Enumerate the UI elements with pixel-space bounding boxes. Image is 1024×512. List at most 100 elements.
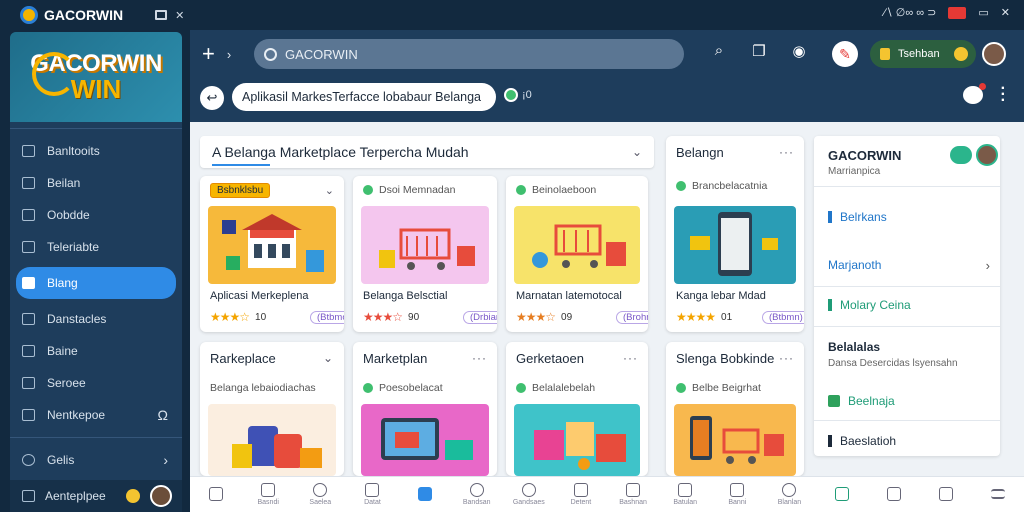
nav-5-active[interactable] [399, 477, 451, 512]
section-heading[interactable]: A Belanga Marketplace Terpercha Mudah ⌄ [200, 136, 654, 168]
nav-6[interactable]: Bandsan [451, 477, 503, 512]
nav-label: Basndi [257, 499, 279, 506]
nav-9[interactable]: Bashnan [607, 477, 659, 512]
sidebar-item-8[interactable]: Seroee [10, 367, 182, 399]
url-text: Aplikasil MarkesTerfacce lobabaur Belang… [242, 90, 482, 104]
card-header: Slenga Bobkinde ··· [666, 342, 804, 374]
main-area: + › GACORWIN ⌕ ❐ ◉ ✎ Tsehban ↩ Aplikasil… [190, 30, 1024, 512]
card-sub-label: Belalalebelah [532, 382, 596, 394]
more-horizontal-icon[interactable]: ··· [779, 145, 794, 159]
link-marker-icon [828, 211, 832, 223]
product-card-6[interactable]: Marketplan ··· Poesobelacat [353, 342, 497, 476]
product-card-1[interactable]: Bsbnklsbu ⌄ Aplicasi Merkeplena ★★★☆ 10 … [200, 176, 344, 332]
panel-link-5[interactable]: Baeslatioh [828, 434, 896, 448]
avatar[interactable] [150, 485, 172, 507]
verified-icon [676, 383, 686, 393]
close-small-icon[interactable]: ✕ [175, 9, 184, 22]
verified-icon [516, 185, 526, 195]
compass-icon[interactable]: ◉ [790, 42, 808, 60]
panel-link-1[interactable]: Belrkans [828, 210, 887, 224]
record-icon[interactable] [948, 6, 967, 19]
panel-link-label: Marjanoth [828, 258, 882, 272]
more-horizontal-icon[interactable]: ··· [623, 351, 638, 365]
sidebar-item-6[interactable]: Danstacles [10, 303, 182, 335]
panel-subtitle: Marrianpica [828, 166, 881, 177]
divider [10, 437, 182, 438]
window-icon[interactable] [155, 10, 168, 20]
card-title: Slenga Bobkinde [676, 350, 775, 366]
panel-link-4[interactable]: Beelnaja [828, 394, 895, 408]
sidebar-item-4[interactable]: Teleriabte [10, 231, 182, 263]
news-icon [365, 483, 380, 497]
sidebar-item-3[interactable]: Oobdde [10, 199, 182, 231]
product-card-4[interactable]: Belangn ··· Brancbelacatnia Kanga lebar … [666, 136, 804, 332]
more-horizontal-icon[interactable]: ··· [472, 351, 487, 365]
product-card-3[interactable]: Beinolaeboon Marnatan latemotocal ★★★☆ 0… [506, 176, 648, 332]
sidebar-item-2[interactable]: Beilan [10, 167, 182, 199]
back-icon[interactable]: ↩ [200, 86, 224, 110]
product-card-7[interactable]: Gerketaoen ··· Belalalebelah [506, 342, 648, 476]
settings-icon [22, 377, 35, 389]
chat-badge-icon[interactable] [950, 146, 972, 164]
avatar[interactable] [982, 42, 1006, 66]
brand-banner: GACORWIN WIN [10, 32, 182, 122]
status-label: Tsehban [898, 48, 940, 60]
rating-count: 01 [721, 311, 733, 323]
sidebar-item-9[interactable]: Nentkepoe Ω [10, 399, 182, 431]
nav-7[interactable]: Gandsaes [503, 477, 555, 512]
avatar[interactable] [976, 144, 998, 166]
copy-icon[interactable]: ❐ [750, 42, 768, 60]
nav-10[interactable]: Batulan [659, 477, 711, 512]
notification-icon[interactable]: ✎ [832, 41, 858, 67]
chevron-down-icon[interactable]: ⌄ [325, 184, 334, 197]
badge-text: ¡0 [522, 89, 532, 101]
emoji-icon [126, 489, 140, 503]
chevron-down-icon[interactable]: ⌄ [632, 145, 642, 159]
card-caption: Marnatan latemotocal [516, 290, 622, 302]
image-icon [828, 395, 840, 407]
nav-14[interactable] [868, 477, 920, 512]
status-pill[interactable]: Tsehban [870, 40, 976, 68]
cart-illustration [514, 206, 640, 284]
nav-2[interactable]: Basndi [242, 477, 294, 512]
panel-bold-sub: Dansa Desercidas lsyensahn [828, 358, 958, 369]
product-card-5[interactable]: Rarkeplace ⌄ Belanga lebaiodiachas [200, 342, 344, 476]
chevron-right-icon[interactable]: › [227, 47, 231, 62]
panel-link-3[interactable]: Molary Ceina [828, 298, 911, 312]
shopping-bag-icon [417, 486, 432, 501]
nav-8[interactable]: Detent [555, 477, 607, 512]
minimize-icon[interactable]: ▭ [978, 6, 988, 19]
more-horizontal-icon[interactable]: ··· [779, 351, 794, 365]
close-window-icon[interactable]: ✕ [1001, 6, 1010, 19]
search-icon[interactable]: ⌕ [710, 42, 728, 60]
top-icons: ⌕ ❐ ◉ [710, 42, 808, 60]
sidebar-item-label: Banltooits [47, 144, 100, 158]
tag-icon [678, 483, 693, 497]
panel-link-label: Beelnaja [848, 394, 895, 408]
new-tab-icon[interactable]: + [202, 41, 215, 67]
nav-12[interactable]: Blanlan [763, 477, 815, 512]
nav-4[interactable]: Datat [346, 477, 398, 512]
nav-home[interactable] [190, 477, 242, 512]
bottom-nav: Basndi Saelea Datat Bandsan Gandsaes Det… [190, 476, 1024, 512]
sidebar-item-10[interactable]: Gelis › [10, 444, 182, 476]
product-card-2[interactable]: Dsoi Memnadan Belanga Belsctial ★★★☆ 90 … [353, 176, 497, 332]
sidebar-footer[interactable]: Aenteplpee [10, 480, 182, 512]
sidebar-item-5-active[interactable]: Blang [16, 267, 176, 299]
nav-16[interactable] [972, 477, 1024, 512]
chevron-down-icon[interactable]: ⌄ [323, 351, 334, 365]
nav-13[interactable] [816, 477, 868, 512]
nav-11[interactable]: Banni [711, 477, 763, 512]
sidebar-item-1[interactable]: Banltooits [10, 135, 182, 167]
nav-3[interactable]: Saelea [294, 477, 346, 512]
url-field[interactable]: Aplikasil MarkesTerfacce lobabaur Belang… [232, 83, 496, 111]
sidebar-item-7[interactable]: Baine [10, 335, 182, 367]
chat-icon[interactable] [962, 83, 986, 104]
product-card-8[interactable]: Slenga Bobkinde ··· Belbe Beigrhat [666, 342, 804, 476]
nav-15[interactable] [920, 477, 972, 512]
search-input[interactable]: GACORWIN [254, 39, 684, 69]
panel-link-2[interactable]: Marjanoth [828, 258, 988, 272]
chevron-right-icon[interactable]: › [986, 258, 990, 273]
shopping-bag-icon [22, 277, 35, 289]
more-vertical-icon[interactable]: · · · [1001, 81, 1006, 109]
